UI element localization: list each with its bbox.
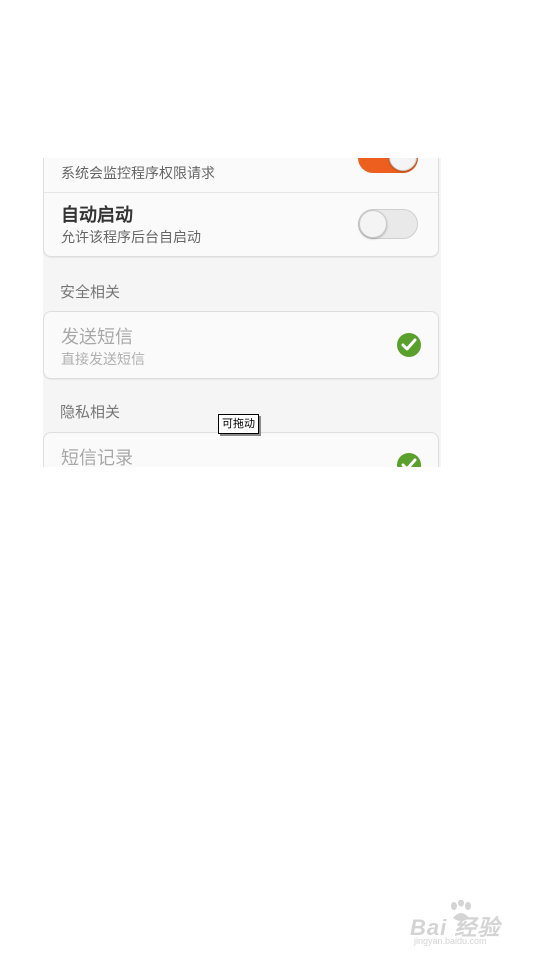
toggle-knob — [389, 158, 417, 171]
privacy-section-header: 隐私相关 — [60, 403, 121, 421]
baidu-jingyan-watermark: Bai 经验 jingyan.baidu.com — [410, 900, 520, 950]
check-icon — [397, 453, 421, 467]
drag-tooltip: 可拖动 — [218, 414, 259, 434]
screen: 系统会监控程序权限请求 自动启动 允许该程序后台自启动 安全相关 发送短信 直接… — [0, 0, 540, 960]
toggle-knob — [359, 210, 387, 238]
check-icon — [397, 333, 421, 357]
monitor-description: 系统会监控程序权限请求 — [61, 166, 215, 182]
permission-card: 系统会监控程序权限请求 自动启动 允许该程序后台自启动 — [43, 158, 439, 257]
send-sms-item[interactable]: 发送短信 直接发送短信 — [43, 311, 439, 379]
send-sms-description: 直接发送短信 — [61, 352, 145, 368]
monitor-toggle[interactable] — [358, 158, 418, 173]
autostart-row[interactable]: 自动启动 允许该程序后台自启动 — [44, 193, 438, 257]
watermark-url: jingyan.baidu.com — [414, 936, 487, 946]
paw-icon — [451, 900, 471, 921]
autostart-toggle[interactable] — [358, 209, 418, 239]
sms-log-title: 短信记录 — [61, 448, 133, 467]
security-section-header: 安全相关 — [60, 283, 121, 301]
autostart-description: 允许该程序后台自启动 — [61, 230, 201, 246]
send-sms-title: 发送短信 — [61, 327, 133, 348]
autostart-title: 自动启动 — [61, 205, 133, 226]
sms-log-item[interactable]: 短信记录 — [43, 432, 439, 467]
